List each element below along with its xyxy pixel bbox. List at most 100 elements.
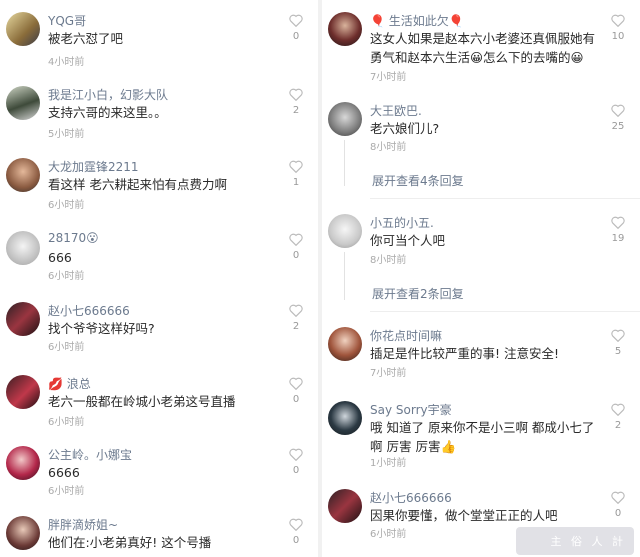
like-count: 25 (611, 121, 625, 132)
like-button[interactable]: 0 (286, 518, 306, 546)
avatar[interactable] (6, 446, 40, 480)
like-button[interactable]: 0 (286, 448, 306, 476)
comment-time: 8小时前 (370, 142, 407, 153)
left-comment-column: YQG哥 被老六怼了吧 4小时前 0 我是江小白，幻影大队 支持六哥的来这里。。… (0, 0, 318, 557)
like-count: 0 (614, 508, 622, 519)
expand-replies-link[interactable]: 展开查看2条回复 (372, 285, 464, 302)
comment-author[interactable]: 公主岭。小娜宝 (48, 446, 132, 463)
like-count: 0 (292, 31, 300, 42)
comment-text: 这女人如果是赵本六小老婆还真佩服她有勇气和赵本六生活😀怎么下的去嘴的😀 (370, 31, 596, 65)
comment-author[interactable]: 28170😮 (48, 231, 99, 245)
heart-outline-icon (611, 491, 625, 504)
divider (370, 311, 640, 312)
expand-replies-link[interactable]: 展开查看4条回复 (372, 172, 464, 189)
comment-author[interactable]: Say Sorry宇豪 (370, 401, 452, 418)
avatar[interactable] (328, 102, 362, 136)
comment-text: 看这样 老六耕起来怕有点费力啊 (48, 177, 227, 192)
avatar[interactable] (328, 489, 362, 523)
comment-time: 4小时前 (48, 57, 85, 68)
like-count: 2 (614, 420, 622, 431)
comment-author[interactable]: 我是江小白，幻影大队 (48, 86, 168, 103)
avatar[interactable] (328, 214, 362, 248)
avatar[interactable] (6, 231, 40, 265)
like-count: 2 (292, 105, 300, 116)
heart-outline-icon (289, 448, 303, 461)
comment-author[interactable]: 小五的小五. (370, 214, 434, 231)
heart-outline-icon (289, 233, 303, 246)
avatar[interactable] (6, 158, 40, 192)
reply-thread-line (344, 140, 345, 186)
comment-text: 你可当个人吧 (370, 233, 446, 248)
heart-outline-icon (611, 14, 625, 27)
heart-outline-icon (611, 329, 625, 342)
comment-time: 6小时前 (48, 271, 85, 282)
reply-thread-line (344, 252, 345, 300)
comment-author[interactable]: 你花点时间嘛 (370, 327, 442, 344)
comment-time: 6小时前 (370, 529, 407, 540)
like-button[interactable]: 5 (608, 329, 628, 357)
heart-outline-icon (611, 104, 625, 117)
heart-outline-icon (289, 160, 303, 173)
comment-text: 被老六怼了吧 (48, 31, 124, 46)
watermark-text: 主 俗 人 計 (550, 535, 626, 548)
comment-text: 6666 (48, 465, 80, 480)
heart-outline-icon (289, 14, 303, 27)
like-count: 0 (292, 535, 300, 546)
comment-author[interactable]: 大龙加霆锋2211 (48, 158, 139, 175)
comment-author[interactable]: 大王欧巴. (370, 102, 422, 119)
avatar[interactable] (6, 375, 40, 409)
like-button[interactable]: 0 (286, 377, 306, 405)
avatar[interactable] (6, 516, 40, 550)
heart-outline-icon (611, 403, 625, 416)
comment-text: 老六一般都在岭城小老弟这号直播 (48, 394, 236, 409)
like-button[interactable]: 2 (286, 88, 306, 116)
like-button[interactable]: 1 (286, 160, 306, 188)
comment-author[interactable]: 🎈 生活如此欠🎈 (370, 12, 464, 29)
avatar[interactable] (328, 401, 362, 435)
right-comment-column: 🎈 生活如此欠🎈 这女人如果是赵本六小老婆还真佩服她有勇气和赵本六生活😀怎么下的… (322, 0, 640, 557)
comment-time: 7小时前 (370, 72, 407, 83)
like-button[interactable]: 19 (608, 216, 628, 244)
like-count: 0 (292, 250, 300, 261)
avatar[interactable] (6, 302, 40, 336)
comment-time: 6小时前 (48, 200, 85, 211)
like-button[interactable]: 25 (608, 104, 628, 132)
avatar[interactable] (328, 327, 362, 361)
comment-author[interactable]: 赵小七666666 (370, 489, 452, 506)
comment-time: 6小时前 (48, 417, 85, 428)
divider (370, 198, 640, 199)
comment-text: 他们在:小老弟真好! 这个号播 (48, 535, 212, 550)
comment-time: 5小时前 (48, 129, 85, 140)
comment-text: 因果你要懂，做个堂堂正正的人吧 (370, 508, 558, 523)
like-button[interactable]: 0 (608, 491, 628, 519)
comment-author[interactable]: 赵小七666666 (48, 302, 130, 319)
comment-time: 6小时前 (48, 342, 85, 353)
like-count: 10 (611, 31, 625, 42)
like-count: 0 (292, 465, 300, 476)
comment-text: 插足是件比较严重的事! 注意安全! (370, 346, 559, 361)
comment-author[interactable]: YQG哥 (48, 12, 86, 29)
like-button[interactable]: 2 (286, 304, 306, 332)
like-count: 1 (292, 177, 300, 188)
comment-author[interactable]: 💋 浪总 (48, 375, 91, 392)
comment-author[interactable]: 胖胖滴娇姐~ (48, 516, 118, 533)
comment-time: 7小时前 (370, 368, 407, 379)
comment-text: 找个爷爷这样好吗? (48, 321, 155, 336)
like-button[interactable]: 2 (608, 403, 628, 431)
comment-text: 支持六哥的来这里。。 (48, 105, 167, 120)
avatar[interactable] (328, 12, 362, 46)
avatar[interactable] (6, 12, 40, 46)
like-button[interactable]: 10 (608, 14, 628, 42)
heart-outline-icon (289, 304, 303, 317)
like-button[interactable]: 0 (286, 233, 306, 261)
heart-outline-icon (289, 377, 303, 390)
comment-text: 哦 知道了 原来你不是小三啊 都成小七了啊 厉害 厉害👍 (370, 420, 595, 454)
comment-text: 666 (48, 250, 72, 265)
like-count: 5 (614, 346, 622, 357)
like-count: 19 (611, 233, 625, 244)
heart-outline-icon (289, 88, 303, 101)
avatar[interactable] (6, 86, 40, 120)
like-button[interactable]: 0 (286, 14, 306, 42)
like-count: 0 (292, 394, 300, 405)
comment-text: 老六娘们儿? (370, 121, 440, 136)
